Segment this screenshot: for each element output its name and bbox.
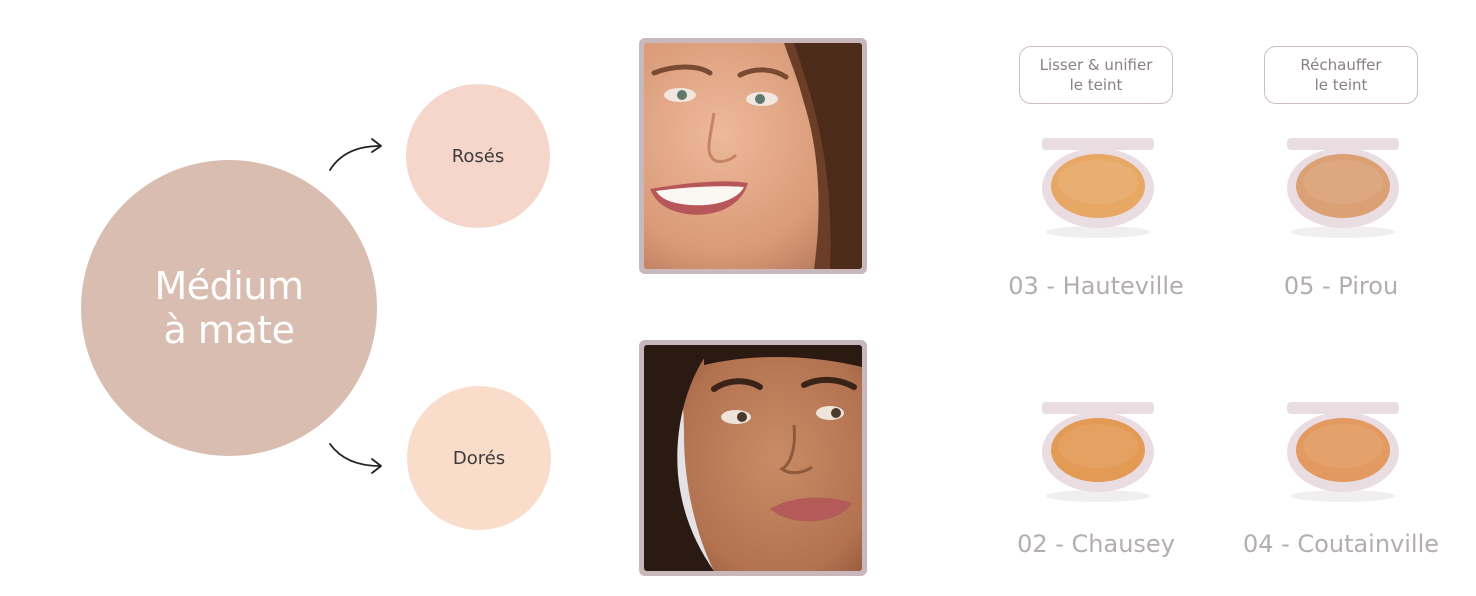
undertone-dores-circle: Dorés: [407, 386, 551, 530]
compact-powder-icon: [1287, 402, 1399, 502]
shade-name-pirou[interactable]: 05 - Pirou: [1221, 272, 1461, 300]
shade-name-coutainville[interactable]: 04 - Coutainville: [1221, 530, 1461, 558]
compact-coutainville[interactable]: [1281, 396, 1405, 506]
shade-name-chausey[interactable]: 02 - Chausey: [976, 530, 1216, 558]
undertone-roses-circle: Rosés: [406, 84, 550, 228]
model-photo-dores: [639, 340, 867, 576]
compact-powder-icon: [1042, 402, 1154, 502]
skin-tone-label: Médium à mate: [154, 264, 304, 352]
compact-chausey[interactable]: [1036, 396, 1160, 506]
arrow-up-right-icon: [329, 138, 382, 171]
shade-name-hauteville[interactable]: 03 - Hauteville: [976, 272, 1216, 300]
arrow-down-right-icon: [329, 443, 382, 474]
compact-powder-icon: [1042, 138, 1154, 238]
woman-portrait-image: [644, 345, 862, 571]
compact-pirou[interactable]: [1281, 132, 1405, 242]
undertone-roses-label: Rosés: [451, 145, 505, 167]
smiling-woman-image: [644, 43, 862, 269]
benefit-smooth-pill: Lisser & unifier le teint: [1019, 46, 1173, 104]
model-photo-roses: [639, 38, 867, 274]
compact-powder-icon: [1287, 138, 1399, 238]
skin-tone-circle: Médium à mate: [81, 160, 377, 456]
benefit-warm-pill: Réchauffer le teint: [1264, 46, 1418, 104]
compact-hauteville[interactable]: [1036, 132, 1160, 242]
undertone-dores-label: Dorés: [452, 447, 506, 469]
